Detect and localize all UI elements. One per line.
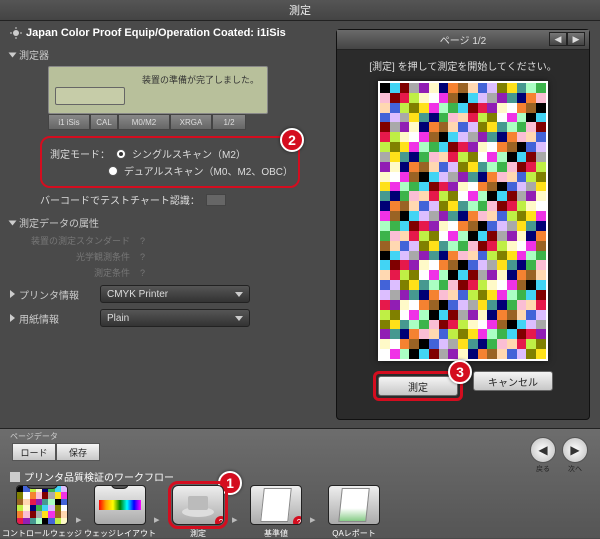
sun-icon <box>10 27 22 39</box>
wf-arrow-icon: ▸ <box>232 513 242 526</box>
wf-label: QAレポート <box>332 528 376 539</box>
barcode-toggle[interactable] <box>206 194 226 206</box>
attr-standard-value: ? <box>140 236 145 246</box>
profile-title: Japan Color Proof Equip/Operation Coated… <box>10 27 322 39</box>
help-icon[interactable]: ? <box>215 516 224 525</box>
load-button[interactable]: ロード <box>12 443 56 461</box>
wf-arrow-icon: ▸ <box>76 513 86 526</box>
strip-cal: CAL <box>90 114 118 130</box>
next-label: 次へ <box>562 464 588 474</box>
save-button[interactable]: 保存 <box>56 443 100 461</box>
wf-tile-reference[interactable]: ? <box>250 485 302 525</box>
workflow-icon <box>10 472 20 482</box>
wf-label: ウェッジレイアウト <box>84 528 156 539</box>
wf-label: 測定 <box>190 528 206 539</box>
strip-mode: M0/M2 <box>118 114 170 130</box>
wf-tile-qa-report[interactable] <box>328 485 380 525</box>
cancel-button[interactable]: キャンセル <box>473 371 553 391</box>
callout-2: 2 <box>280 128 304 152</box>
chevron-down-icon <box>9 52 17 57</box>
attr-standard-label: 装置の測定スタンダード <box>10 234 130 247</box>
chevron-right-icon <box>10 314 15 322</box>
measure-device-icon <box>178 490 218 520</box>
workflow-row: 1680 コントロールウェッジ ▸ 2 ウェッジレイアウト ▸ 1 ? 測定 ▸ <box>10 485 386 539</box>
back-button[interactable]: ◀ <box>530 437 556 463</box>
wf-tile-control-wedge[interactable]: 1680 <box>16 485 68 525</box>
callout-3: 3 <box>448 360 472 384</box>
preview-instruction: [測定] を押して測定を開始してください。 <box>337 50 589 81</box>
testchart-preview <box>378 81 548 361</box>
strip-xrga: XRGA <box>170 114 212 130</box>
count-pill: 2 <box>111 485 129 489</box>
next-button[interactable]: ▶ <box>562 437 588 463</box>
section-measure-device[interactable]: 測定器 <box>10 47 322 62</box>
attr-optical-value: ? <box>140 252 145 262</box>
wf-tile-wedge-layout[interactable]: 2 <box>94 485 146 525</box>
attr-cond-value: ? <box>140 268 145 278</box>
device-preview: 装置の準備が完了しました。 <box>48 66 268 114</box>
window-title: 測定 <box>0 0 600 21</box>
strip-device: i1 iSis <box>48 114 90 130</box>
prev-page-button[interactable]: ◀ <box>549 32 567 46</box>
device-ready-message: 装置の準備が完了しました。 <box>142 73 259 86</box>
preview-panel: ページ 1/2 ◀ ▶ [測定] を押して測定を開始してください。 3 測定 キ… <box>336 29 590 420</box>
section-paper-info[interactable]: 用紙情報 <box>10 311 100 326</box>
page-indicator: ページ 1/2 <box>440 32 486 47</box>
mode-single-label: シングルスキャン（M2） <box>132 146 246 161</box>
chevron-down-icon <box>235 316 243 321</box>
barcode-row: バーコードでテストチャート認識： <box>40 192 322 207</box>
strip-page: 1/2 <box>212 114 246 130</box>
count-pill: 1680 <box>26 485 58 489</box>
mode-label: 測定モード： <box>50 146 110 161</box>
device-status-strip: i1 iSis CAL M0/M2 XRGA 1/2 <box>48 114 322 130</box>
paper-select[interactable]: Plain <box>100 309 250 327</box>
measure-button[interactable]: 測定 <box>378 376 458 396</box>
back-label: 戻る <box>530 464 556 474</box>
chevron-down-icon <box>235 292 243 297</box>
wf-tile-measure[interactable]: ? <box>172 485 224 525</box>
wf-arrow-icon: ▸ <box>154 513 164 526</box>
wf-label: コントロールウェッジ <box>2 528 82 539</box>
radio-dual-scan[interactable] <box>108 166 118 176</box>
help-icon[interactable]: ? <box>293 516 302 525</box>
section-printer-info[interactable]: プリンタ情報 <box>10 287 100 302</box>
pagedata-label: ページデータ <box>10 431 58 442</box>
measure-button-highlight: 3 測定 <box>373 371 463 401</box>
attr-cond-label: 測定条件 <box>10 266 130 279</box>
chevron-down-icon <box>9 220 17 225</box>
wf-label: 基準値 <box>264 528 288 539</box>
section-attributes[interactable]: 測定データの属性 <box>10 215 322 230</box>
measure-mode-group: 2 測定モード： シングルスキャン（M2） デュアルスキャン（M0、M2、OBC… <box>40 136 300 188</box>
mode-dual-label: デュアルスキャン（M0、M2、OBC） <box>124 163 290 178</box>
wf-arrow-icon: ▸ <box>310 513 320 526</box>
radio-single-scan[interactable] <box>116 149 126 159</box>
printer-select[interactable]: CMYK Printer <box>100 285 250 303</box>
chevron-right-icon <box>10 290 15 298</box>
attr-optical-label: 光学観測条件 <box>10 250 130 263</box>
next-page-button[interactable]: ▶ <box>567 32 585 46</box>
workflow-title: プリンタ品質検証のワークフロー <box>10 469 174 484</box>
